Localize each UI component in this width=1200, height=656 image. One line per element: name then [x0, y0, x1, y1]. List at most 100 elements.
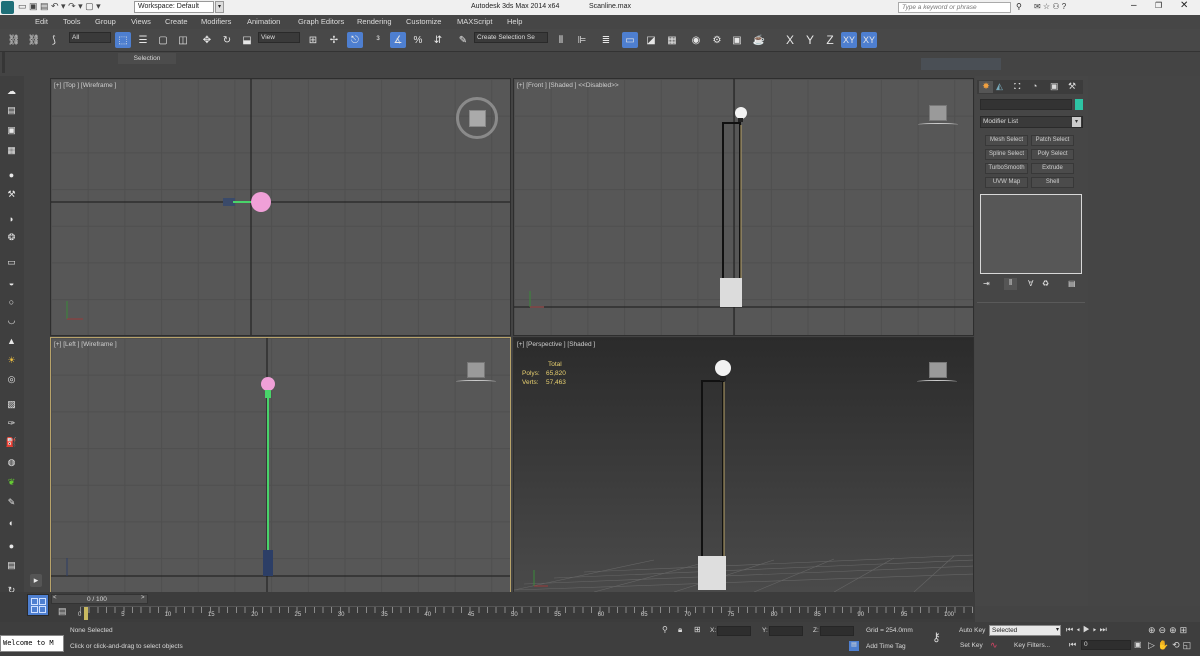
layer-manager-icon[interactable]: ≣	[598, 32, 614, 48]
motion-tab-icon[interactable]: ◔	[1032, 81, 1037, 91]
menu-graph-editors[interactable]: Graph Editors	[298, 17, 344, 26]
box-icon[interactable]: ▭	[4, 256, 19, 269]
object-color-swatch[interactable]	[1075, 99, 1083, 110]
sphere-white-icon[interactable]: ●	[4, 539, 19, 552]
menu-views[interactable]: Views	[131, 17, 151, 26]
select-object-icon[interactable]: ⬚	[115, 32, 131, 48]
extrude-button[interactable]: Extrude	[1031, 163, 1074, 174]
modifier-list-dropdown[interactable]: Modifier List ▾	[980, 116, 1083, 128]
link-icon[interactable]: ⛓	[6, 32, 22, 48]
graphite-ribbon-icon[interactable]: ▭	[622, 32, 638, 48]
close-icon[interactable]: ✕	[1180, 0, 1188, 11]
sphere-icon[interactable]: ○	[4, 295, 19, 308]
minimize-icon[interactable]: –	[1131, 0, 1137, 11]
menu-edit[interactable]: Edit	[35, 17, 48, 26]
paint-bucket-icon[interactable]: ⛽	[4, 436, 19, 449]
isolate-icon[interactable]: ⚲	[662, 625, 668, 634]
show-end-result-icon[interactable]: ‖	[1004, 278, 1017, 290]
time-tag-icon[interactable]: ▤	[849, 641, 859, 651]
new-scene-icon[interactable]: ▤	[4, 104, 19, 117]
viewport-perspective[interactable]: [+] [Perspective ] [Shaded ] Total Polys…	[513, 337, 974, 593]
select-by-name-icon[interactable]: ☰	[135, 32, 151, 48]
lightbulb-icon[interactable]: ●	[4, 168, 19, 181]
expand-arrow-icon[interactable]: ▸	[30, 574, 42, 587]
slider-next-icon[interactable]: >	[141, 595, 145, 601]
ribbon-minimized-panel[interactable]	[921, 58, 1001, 70]
viewcube-front-icon[interactable]	[918, 105, 958, 127]
transform-mode-icon[interactable]: ⊞	[694, 625, 701, 634]
menu-help[interactable]: Help	[507, 17, 522, 26]
maximize-icon[interactable]: ❐	[1155, 1, 1162, 10]
menu-customize[interactable]: Customize	[406, 17, 441, 26]
brush-icon[interactable]: ✎	[4, 496, 19, 509]
reference-coord-dropdown[interactable]: View	[258, 32, 300, 43]
patch-select-button[interactable]: Patch Select	[1031, 135, 1074, 146]
key-filters-button[interactable]: Key Filters...	[1014, 642, 1050, 649]
search-input[interactable]: Type a keyword or phrase	[898, 2, 1011, 13]
teapot-icon[interactable]: ❂	[4, 231, 19, 244]
hemisphere-icon[interactable]: ◒	[4, 276, 19, 289]
axis-y[interactable]: Y	[802, 32, 818, 48]
move-icon[interactable]: ✥	[199, 32, 215, 48]
snaps-toggle-icon[interactable]: ³	[370, 32, 386, 48]
sound-icon[interactable]: ◗	[4, 212, 19, 225]
viewcube-perspective-icon[interactable]	[917, 362, 957, 384]
create-tab-icon[interactable]: ✸	[979, 81, 993, 93]
time-slider[interactable]: < 0 / 100 >	[51, 594, 148, 604]
sheet-icon[interactable]: ▤	[4, 559, 19, 572]
angle-snap-icon[interactable]: ∡	[390, 32, 406, 48]
edit-named-sets-icon[interactable]: ✎	[455, 32, 471, 48]
track-bar[interactable]: 0 5 10 15 20 25 30 35 40 45 50 55 60 65 70 75 80 85 90 95 10…	[78, 606, 973, 620]
menu-rendering[interactable]: Rendering	[357, 17, 392, 26]
viewport-top[interactable]: [+] [Top ] [Wireframe ]	[50, 78, 511, 336]
torus-icon[interactable]: ◎	[4, 373, 19, 386]
ribbon-left-handle[interactable]	[2, 52, 5, 73]
render-production-icon[interactable]: ☕	[751, 32, 767, 48]
pivot-center-icon[interactable]: ⊞	[305, 32, 321, 48]
render-setup-icon[interactable]: ⚙	[709, 32, 725, 48]
menu-maxscript[interactable]: MAXScript	[457, 17, 492, 26]
workspace-arrow-icon[interactable]: ▾	[215, 1, 224, 13]
set-key-curve-icon[interactable]: ∿	[990, 640, 998, 651]
material-editor-icon[interactable]: ◉	[688, 32, 704, 48]
configure-sets-icon[interactable]: ▤	[1068, 279, 1076, 288]
globe-icon[interactable]: ◍	[4, 456, 19, 469]
maxscript-listener[interactable]: Welcome to M	[0, 635, 64, 652]
spline-select-button[interactable]: Spline Select	[985, 149, 1028, 160]
percent-snap-icon[interactable]: %	[410, 32, 426, 48]
keyboard-shortcut-icon[interactable]: ⎋	[347, 32, 363, 48]
mirror-icon[interactable]: ⫴	[553, 32, 569, 48]
sun-icon[interactable]: ☀	[4, 354, 19, 367]
turbosmooth-button[interactable]: TurboSmooth	[985, 163, 1028, 174]
viewport-left[interactable]: [+] [Left ] [Wireframe ]	[50, 337, 511, 593]
remove-modifier-icon[interactable]: ♻	[1042, 279, 1049, 288]
bind-space-warp-icon[interactable]: ⟆	[46, 32, 62, 48]
viewcube-left-icon[interactable]	[456, 362, 496, 384]
make-unique-icon[interactable]: ∀	[1028, 279, 1033, 288]
track-bar-icon[interactable]: ▤	[58, 606, 67, 617]
pin-stack-icon[interactable]: ⇥	[983, 279, 990, 288]
axis-x[interactable]: X	[782, 32, 798, 48]
rect-region-icon[interactable]: ▢	[155, 32, 171, 48]
slider-prev-icon[interactable]: <	[53, 595, 57, 601]
hierarchy-tab-icon[interactable]: ⛚	[1014, 81, 1020, 92]
app-logo-icon[interactable]	[1, 1, 14, 14]
menu-group[interactable]: Group	[95, 17, 116, 26]
object-name-field[interactable]	[980, 99, 1072, 110]
display-tab-icon[interactable]: ▣	[1050, 81, 1059, 92]
window-crossing-icon[interactable]: ◫	[175, 32, 191, 48]
set-key-button[interactable]: Set Key	[960, 642, 983, 649]
axis-xy[interactable]: XY	[841, 32, 857, 48]
select-manipulate-icon[interactable]: ✢	[326, 32, 342, 48]
container-icon[interactable]: ☁	[4, 85, 19, 98]
viewport-front[interactable]: [+] [Front ] [Shaded ] <<Disabled>>	[513, 78, 974, 336]
selection-filter-dropdown[interactable]: All	[69, 32, 111, 43]
pen-icon[interactable]: ✑	[4, 417, 19, 430]
x-coordinate-field[interactable]	[717, 626, 751, 636]
poly-select-button[interactable]: Poly Select	[1031, 149, 1074, 160]
z-coordinate-field[interactable]	[820, 626, 854, 636]
ribbon-selection-tab[interactable]: Selection	[118, 53, 176, 64]
menu-create[interactable]: Create	[165, 17, 188, 26]
save-icon[interactable]: ▣	[4, 124, 19, 137]
unlink-icon[interactable]: ⛓	[26, 32, 42, 48]
